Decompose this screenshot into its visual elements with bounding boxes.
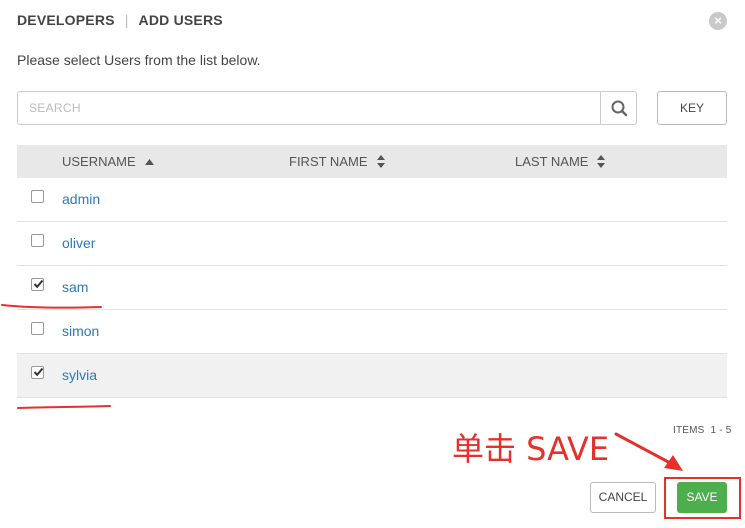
- row-checkbox[interactable]: [31, 366, 44, 379]
- items-range: 1 - 5: [710, 425, 732, 436]
- dialog-header: DEVELOPERS | ADD USERS: [17, 12, 223, 28]
- close-icon[interactable]: ×: [709, 12, 727, 30]
- dialog-subtitle: ADD USERS: [138, 12, 223, 28]
- annotation-text: 单击 SAVE: [452, 430, 610, 468]
- column-header-last-name[interactable]: LAST NAME: [515, 145, 606, 178]
- username-link[interactable]: sylvia: [62, 354, 97, 397]
- column-label: LAST NAME: [515, 154, 589, 169]
- search-input[interactable]: [18, 92, 600, 124]
- save-button[interactable]: SAVE: [677, 482, 727, 513]
- instruction-text: Please select Users from the list below.: [17, 52, 261, 68]
- table-row: oliver: [17, 222, 727, 266]
- row-checkbox[interactable]: [31, 234, 44, 247]
- table-body: admin oliver sam simon sylvia: [17, 178, 727, 398]
- search-box: [17, 91, 637, 125]
- checkmark-icon: [33, 279, 44, 289]
- column-label: USERNAME: [62, 154, 136, 169]
- table-row: sylvia: [17, 354, 727, 398]
- column-header-first-name[interactable]: FIRST NAME: [289, 145, 385, 178]
- row-checkbox[interactable]: [31, 190, 44, 203]
- red-underline-sam: [1, 304, 102, 309]
- table-row: simon: [17, 310, 727, 354]
- sort-ascending-icon: [144, 158, 154, 165]
- username-link[interactable]: simon: [62, 310, 99, 353]
- column-label: FIRST NAME: [289, 154, 368, 169]
- table-row: sam: [17, 266, 727, 310]
- sort-icon: [597, 155, 606, 168]
- annotation-arrow: [614, 432, 683, 471]
- table-header: USERNAME FIRST NAME LAST NAME: [17, 145, 727, 178]
- column-header-username[interactable]: USERNAME: [62, 145, 154, 178]
- search-button[interactable]: [600, 92, 636, 124]
- red-underline-sylvia: [17, 405, 111, 409]
- cancel-button[interactable]: CANCEL: [590, 482, 656, 513]
- checkmark-icon: [33, 367, 44, 377]
- dialog-title: DEVELOPERS: [17, 12, 115, 28]
- table-row: admin: [17, 178, 727, 222]
- users-table: USERNAME FIRST NAME LAST NAME admin olive…: [17, 145, 727, 398]
- sort-icon: [376, 155, 385, 168]
- username-link[interactable]: oliver: [62, 222, 95, 265]
- key-button[interactable]: KEY: [657, 91, 727, 125]
- row-checkbox[interactable]: [31, 322, 44, 335]
- header-separator: |: [124, 12, 129, 28]
- search-icon: [611, 100, 628, 117]
- username-link[interactable]: admin: [62, 178, 100, 221]
